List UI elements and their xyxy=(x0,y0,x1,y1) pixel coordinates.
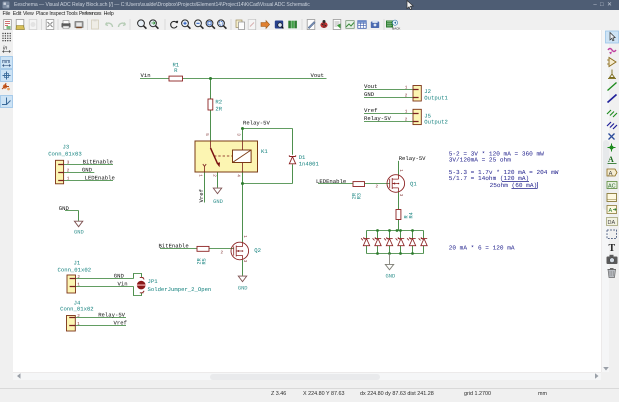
svg-text:1: 1 xyxy=(242,235,247,238)
svg-text:25ohm (60 mA): 25ohm (60 mA) xyxy=(490,182,538,189)
svg-text:Relay-5V: Relay-5V xyxy=(243,119,270,126)
svg-text:R2: R2 xyxy=(215,98,222,105)
svg-text:AC: AC xyxy=(608,184,616,190)
svg-text:Conn_01x03: Conn_01x03 xyxy=(48,150,82,157)
svg-text:JP1: JP1 xyxy=(148,278,159,285)
svg-text:GND: GND xyxy=(386,274,396,280)
svg-text:2: 2 xyxy=(77,275,80,280)
svg-text:3V/120mA = 25 ohm: 3V/120mA = 25 ohm xyxy=(449,157,512,164)
svg-text:20 mA * 6 = 120 mA: 20 mA * 6 = 120 mA xyxy=(449,244,515,251)
svg-text:Output1: Output1 xyxy=(424,95,448,102)
svg-text:SolderJumper_2_Open: SolderJumper_2_Open xyxy=(148,286,212,293)
svg-text:Conn_01x02: Conn_01x02 xyxy=(58,267,92,274)
svg-text:BitEnable: BitEnable xyxy=(83,159,113,166)
svg-text:Vin: Vin xyxy=(141,72,151,79)
svg-text:1: 1 xyxy=(405,85,408,90)
svg-text:DA: DA xyxy=(608,220,616,226)
svg-text:Vref: Vref xyxy=(198,189,205,202)
svg-text:3: 3 xyxy=(242,260,247,263)
svg-text:Output2: Output2 xyxy=(424,119,448,126)
svg-text:3: 3 xyxy=(236,133,241,136)
svg-text:2: 2 xyxy=(212,174,217,177)
svg-text:mm: mm xyxy=(2,59,10,65)
svg-text:R4: R4 xyxy=(409,212,415,218)
svg-text:A: A xyxy=(609,171,613,177)
svg-text:3: 3 xyxy=(398,194,403,197)
svg-text:1: 1 xyxy=(405,109,408,114)
svg-text:1: 1 xyxy=(77,322,80,327)
svg-text:3: 3 xyxy=(67,161,70,166)
svg-text:4: 4 xyxy=(236,174,241,177)
svg-text:2: 2 xyxy=(405,117,408,122)
svg-text:LEDEnable: LEDEnable xyxy=(85,175,115,182)
svg-text:GND: GND xyxy=(59,205,70,212)
svg-text:R5: R5 xyxy=(201,258,207,264)
svg-text:Conn_01x02: Conn_01x02 xyxy=(60,305,94,312)
svg-text:T: T xyxy=(609,243,616,254)
svg-text:1: 1 xyxy=(398,169,403,172)
svg-text:5: 5 xyxy=(204,133,209,136)
svg-text:GND: GND xyxy=(114,273,125,280)
svg-text:GND: GND xyxy=(74,230,84,236)
svg-text:Q1: Q1 xyxy=(410,180,417,187)
svg-text:R3: R3 xyxy=(357,193,363,199)
svg-text:Vout: Vout xyxy=(311,72,324,79)
svg-text:2: 2 xyxy=(221,250,224,255)
svg-text:Vref: Vref xyxy=(364,107,377,114)
svg-text:A: A xyxy=(608,155,614,164)
svg-text:Vin: Vin xyxy=(118,280,128,287)
svg-text:Vout: Vout xyxy=(364,83,377,90)
svg-text:K1: K1 xyxy=(261,148,268,155)
svg-text:LEDEnable: LEDEnable xyxy=(316,178,346,185)
svg-text:1: 1 xyxy=(67,177,70,182)
svg-text:GND: GND xyxy=(364,91,375,98)
svg-text:1n4001: 1n4001 xyxy=(299,161,320,168)
svg-text:2: 2 xyxy=(376,185,379,190)
svg-text:Relay-5V: Relay-5V xyxy=(98,311,125,318)
svg-text:Relay-5V: Relay-5V xyxy=(399,155,426,162)
svg-text:GND: GND xyxy=(238,286,248,292)
svg-text:1: 1 xyxy=(77,283,80,288)
svg-text:BitEnable: BitEnable xyxy=(159,243,189,250)
svg-text:2: 2 xyxy=(77,314,80,319)
svg-text:J3: J3 xyxy=(63,143,70,150)
svg-text:A: A xyxy=(609,208,613,214)
svg-text:2: 2 xyxy=(405,93,408,98)
svg-text:1: 1 xyxy=(198,174,203,177)
svg-text:GND: GND xyxy=(82,167,93,174)
svg-text:2R: 2R xyxy=(215,106,222,113)
svg-text:Vref: Vref xyxy=(114,319,127,326)
svg-text:GND: GND xyxy=(213,199,223,205)
svg-text:2: 2 xyxy=(67,169,70,174)
svg-text:Q2: Q2 xyxy=(254,247,261,254)
svg-text:Relay-5V: Relay-5V xyxy=(364,115,391,122)
